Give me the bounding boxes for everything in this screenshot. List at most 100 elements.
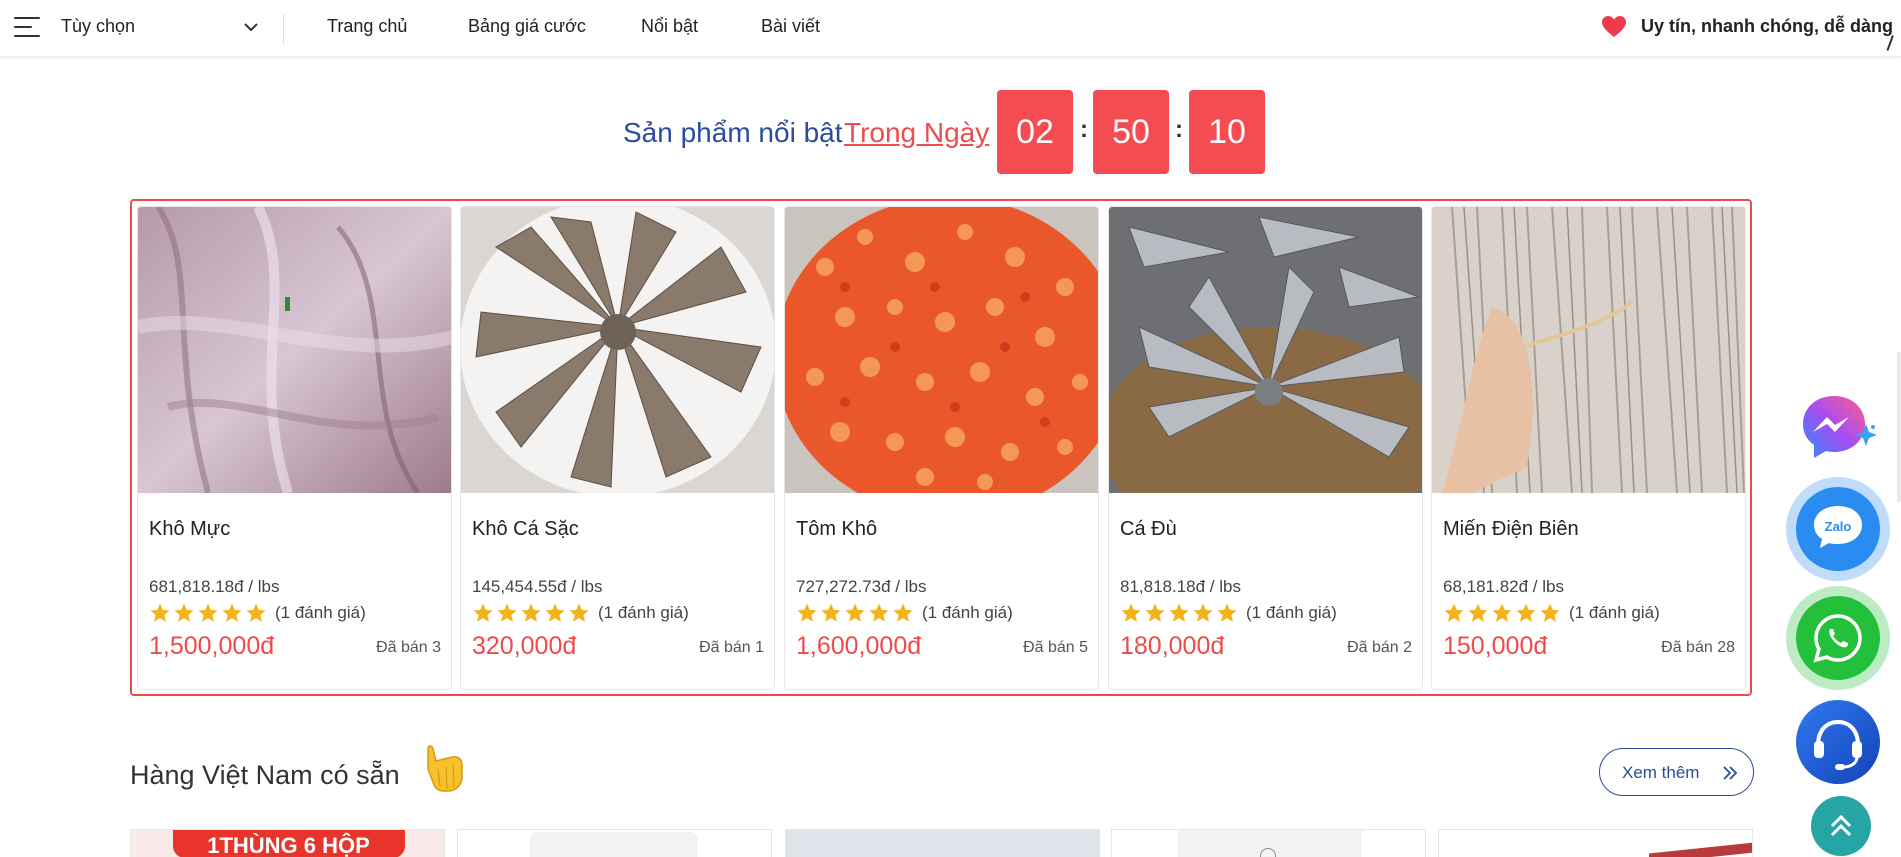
product-card[interactable]: Miến Điện Biên 68,181.82đ / lbs (1 đánh … [1431, 206, 1746, 690]
countdown-separator: : [1175, 116, 1183, 143]
product-unit-price: 727,272.73đ / lbs [796, 577, 927, 596]
star-icon [222, 603, 242, 622]
product-price: 150,000đ [1443, 632, 1548, 660]
heart-icon [1602, 16, 1626, 37]
product-name[interactable]: Khô Cá Sặc [472, 518, 579, 541]
product-image-dried-squid[interactable] [138, 207, 452, 493]
product-rating: (1 đánh giá) [149, 602, 366, 624]
product-unit-price: 81,818.18đ / lbs [1120, 577, 1241, 596]
product-image-dried-snakeskin-gourami[interactable] [461, 207, 775, 493]
product-price: 1,600,000đ [796, 632, 922, 660]
countdown-hours: 02 [997, 90, 1073, 174]
star-icon [797, 603, 817, 622]
product-thumbnail[interactable] [1438, 829, 1753, 857]
product-thumbnail[interactable] [1111, 829, 1426, 857]
site-tagline: Uy tín, nhanh chóng, dễ dàng [1641, 16, 1893, 36]
star-icon [869, 603, 889, 622]
countdown-separator: : [1080, 116, 1088, 143]
product-review-count: (1 đánh giá) [1569, 603, 1660, 622]
view-more-button[interactable]: Xem thêm [1599, 748, 1754, 796]
messenger-icon[interactable] [1800, 394, 1878, 464]
product-sold-count: Đã bán 3 [376, 639, 441, 656]
nav-link-pricing[interactable]: Bảng giá cước [468, 16, 586, 37]
nav-link-home[interactable]: Trang chủ [327, 16, 407, 37]
view-more-label: Xem thêm [1622, 763, 1700, 782]
star-icon [1121, 603, 1141, 622]
nav-link-articles[interactable]: Bài viết [761, 16, 820, 37]
product-review-count: (1 đánh giá) [275, 603, 366, 622]
star-icon [497, 603, 517, 622]
product-price: 180,000đ [1120, 632, 1225, 660]
featured-heading-highlight[interactable]: Trong Ngày [844, 117, 989, 149]
star-icon [893, 603, 913, 622]
product-thumbnail[interactable] [457, 829, 772, 857]
zalo-icon[interactable]: Zalo [1785, 476, 1891, 582]
category-select-label[interactable]: Tùy chọn [61, 16, 135, 37]
star-icon [150, 603, 170, 622]
star-icon [1193, 603, 1213, 622]
product-rating: (1 đánh giá) [472, 602, 689, 624]
star-icon [1468, 603, 1488, 622]
product-name[interactable]: Cá Đù [1120, 518, 1177, 541]
star-icon [521, 603, 541, 622]
whatsapp-icon[interactable] [1785, 585, 1891, 691]
product-card[interactable]: Tôm Khô 727,272.73đ / lbs (1 đánh giá) 1… [784, 206, 1099, 690]
product-sold-count: Đã bán 28 [1661, 639, 1735, 656]
product-sold-count: Đã bán 1 [699, 639, 764, 656]
nav-link-featured[interactable]: Nổi bật [641, 16, 698, 37]
product-unit-price: 681,818.18đ / lbs [149, 577, 280, 596]
featured-heading: Sản phẩm nổi bật Trong Ngày 02 : 50 : 10 [0, 90, 1901, 175]
product-review-count: (1 đánh giá) [598, 603, 689, 622]
chevron-down-icon[interactable] [242, 18, 260, 36]
product-rating: (1 đánh giá) [796, 602, 1013, 624]
svg-text:Zalo: Zalo [1825, 519, 1852, 534]
star-icon [473, 603, 493, 622]
nav-divider [283, 14, 284, 44]
product-rating: (1 đánh giá) [1120, 602, 1337, 624]
star-icon [845, 603, 865, 622]
product-review-count: (1 đánh giá) [922, 603, 1013, 622]
product-name[interactable]: Khô Mực [149, 518, 230, 541]
star-icon [174, 603, 194, 622]
product-card[interactable]: Cá Đù 81,818.18đ / lbs (1 đánh giá) 180,… [1108, 206, 1423, 690]
star-icon [569, 603, 589, 622]
page-scroll-edge [1897, 352, 1901, 502]
product-review-count: (1 đánh giá) [1246, 603, 1337, 622]
star-icon [1492, 603, 1512, 622]
star-icon [545, 603, 565, 622]
product-card[interactable]: Khô Mực 681,818.18đ / lbs (1 đánh giá) 1… [137, 206, 452, 690]
product-sold-count: Đã bán 5 [1023, 639, 1088, 656]
product-thumbnail[interactable] [785, 829, 1100, 857]
product-unit-price: 68,181.82đ / lbs [1443, 577, 1564, 596]
product-name[interactable]: Miến Điện Biên [1443, 518, 1579, 541]
star-icon [1217, 603, 1237, 622]
product-card[interactable]: Khô Cá Sặc 145,454.55đ / lbs (1 đánh giá… [460, 206, 775, 690]
product-image-dried-shrimp[interactable] [785, 207, 1099, 493]
product-name[interactable]: Tôm Khô [796, 518, 877, 541]
featured-heading-text: Sản phẩm nổi bật [623, 117, 843, 148]
product-price: 320,000đ [472, 632, 577, 660]
pointing-down-icon [427, 745, 463, 792]
product-unit-price: 145,454.55đ / lbs [472, 577, 603, 596]
star-icon [1169, 603, 1189, 622]
top-navigation-bar: Tùy chọn Trang chủ Bảng giá cước Nổi bật… [0, 0, 1901, 57]
star-icon [246, 603, 266, 622]
countdown-seconds: 10 [1189, 90, 1265, 174]
countdown-minutes: 50 [1093, 90, 1169, 174]
hamburger-menu-icon[interactable] [14, 17, 40, 37]
product-rating: (1 đánh giá) [1443, 602, 1660, 624]
back-to-top-icon[interactable] [1811, 796, 1871, 856]
double-chevron-right-icon [1723, 766, 1738, 780]
product-price: 1,500,000đ [149, 632, 275, 660]
star-icon [821, 603, 841, 622]
support-headset-icon[interactable] [1795, 699, 1881, 785]
section-title: Hàng Việt Nam có sẵn [130, 760, 400, 790]
thumbnail-banner-text: 1THÙNG 6 HỘP [207, 833, 370, 857]
star-icon [198, 603, 218, 622]
corner-mark [1886, 35, 1900, 53]
star-icon [1145, 603, 1165, 622]
product-image-dried-croaker[interactable] [1109, 207, 1423, 493]
star-icon [1516, 603, 1536, 622]
product-thumbnail[interactable]: 1THÙNG 6 HỘP [130, 829, 445, 857]
product-image-dien-bien-glass-noodles[interactable] [1432, 207, 1746, 493]
